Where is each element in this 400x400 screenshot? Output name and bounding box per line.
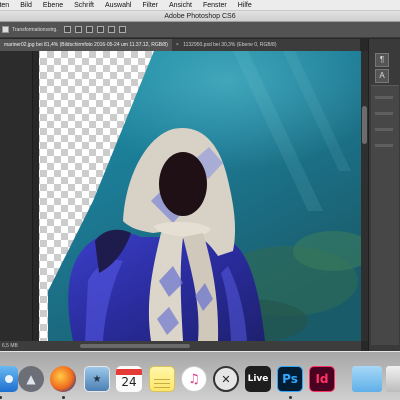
calendar-icon[interactable]: 24 — [116, 366, 142, 392]
menu-item-bearbeiten[interactable]: eiten — [0, 2, 9, 9]
dock: ▲ ★ 24 ♫ ✕ Live Ps Id — [0, 351, 400, 400]
document-size: 6,5 MB — [2, 343, 18, 349]
menu-item-fenster[interactable]: Fenster — [203, 2, 227, 9]
align-bottom-icon[interactable] — [85, 26, 93, 33]
figure-face — [159, 152, 207, 216]
preview-icon[interactable]: ★ — [84, 366, 110, 392]
align-tools — [63, 26, 130, 33]
horizontal-scrollbar[interactable] — [80, 344, 190, 348]
menu-item-auswahl[interactable]: Auswahl — [105, 2, 131, 9]
panel-dock: ¶ A — [368, 39, 400, 351]
document-tabs: mariner02.jpg bei 81,4% (Bildschirmfoto … — [0, 39, 360, 51]
transform-controls-checkbox[interactable] — [2, 26, 9, 33]
menu-item-filter[interactable]: Filter — [142, 2, 158, 9]
menu-bar: eiten Bild Ebene Schrift Auswahl Filter … — [0, 0, 400, 11]
panel-row[interactable] — [375, 128, 393, 131]
menu-item-hilfe[interactable]: Hilfe — [238, 2, 252, 9]
notes-icon[interactable] — [149, 366, 175, 392]
tab-1132950[interactable]: × 1132950.psd bei 30,3% (Ebene 0, RGB/8) — [172, 39, 281, 51]
menu-item-schrift[interactable]: Schrift — [74, 2, 94, 9]
ableton-live-label: Live — [247, 374, 269, 384]
panel-row[interactable] — [375, 96, 393, 99]
photoshop-label: Ps — [282, 372, 298, 386]
running-indicator — [0, 396, 2, 399]
layers-panel — [371, 85, 399, 345]
tools-panel — [0, 51, 33, 341]
vertical-scrollbar[interactable] — [361, 51, 368, 341]
indesign-icon[interactable]: Id — [309, 366, 335, 392]
document-canvas[interactable] — [33, 51, 361, 341]
firefox-icon[interactable] — [50, 366, 76, 392]
window-title-bar: Adobe Photoshop CS6 — [0, 11, 400, 22]
window-title: Adobe Photoshop CS6 — [164, 13, 236, 20]
character-icon[interactable]: A — [375, 69, 389, 83]
panel-row[interactable] — [375, 144, 393, 147]
canvas-area[interactable] — [33, 51, 361, 341]
calendar-day: 24 — [121, 375, 137, 389]
itunes-icon[interactable]: ♫ — [181, 366, 207, 392]
screen: eiten Bild Ebene Schrift Auswahl Filter … — [0, 0, 400, 400]
options-bar: Transformationsstrg. — [0, 22, 400, 38]
align-middle-icon[interactable] — [74, 26, 82, 33]
menu-item-bild[interactable]: Bild — [20, 2, 32, 9]
close-icon[interactable]: × — [176, 42, 179, 48]
menu-item-ansicht[interactable]: Ansicht — [169, 2, 192, 9]
panel-row[interactable] — [375, 112, 393, 115]
ableton-live-icon[interactable]: Live — [245, 366, 271, 392]
trash-icon[interactable] — [386, 366, 400, 392]
paragraph-icon[interactable]: ¶ — [375, 53, 389, 67]
transform-controls-label: Transformationsstrg. — [12, 26, 58, 33]
tab-mariner02[interactable]: mariner02.jpg bei 81,4% (Bildschirmfoto … — [0, 39, 172, 51]
launchpad-icon[interactable]: ▲ — [18, 366, 44, 392]
align-center-icon[interactable] — [107, 26, 115, 33]
photoshop-icon[interactable]: Ps — [277, 366, 303, 392]
finder-icon[interactable] — [0, 366, 18, 392]
scrollbar-thumb[interactable] — [362, 106, 367, 144]
align-top-icon[interactable] — [63, 26, 71, 33]
running-indicator — [289, 396, 292, 399]
running-indicator — [62, 396, 65, 399]
indesign-label: Id — [315, 372, 329, 386]
align-right-icon[interactable] — [118, 26, 126, 33]
tab-label: 1132950.psd bei 30,3% (Ebene 0, RGB/8) — [183, 42, 277, 48]
menu-item-ebene[interactable]: Ebene — [43, 2, 63, 9]
status-bar: 6,5 MB — [0, 341, 361, 351]
align-left-icon[interactable] — [96, 26, 104, 33]
folder-icon[interactable] — [352, 366, 382, 392]
migration-icon[interactable]: ✕ — [213, 366, 239, 392]
tab-label: mariner02.jpg bei 81,4% (Bildschirmfoto … — [4, 42, 168, 48]
